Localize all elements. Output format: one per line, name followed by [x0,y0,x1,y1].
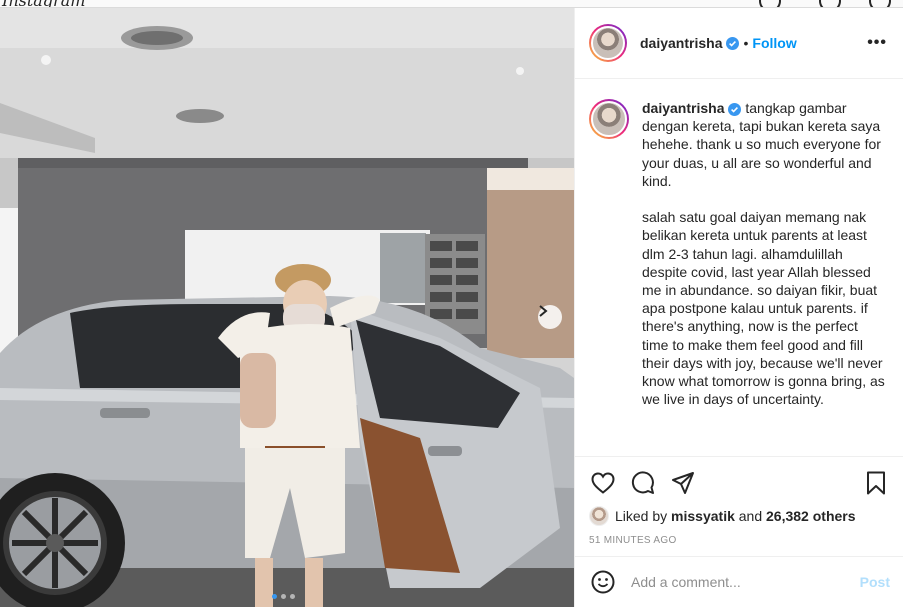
author-avatar[interactable] [589,24,627,62]
explore-icon[interactable] [819,0,841,7]
verified-badge-icon [728,102,742,116]
caption-avatar[interactable] [589,99,629,139]
post-comment-button[interactable]: Post [860,574,890,590]
liker-avatar[interactable] [589,506,609,526]
carousel-next-button[interactable] [538,305,562,329]
more-options-button[interactable]: ••• [867,34,889,52]
liked-by-and: and [738,508,763,524]
bookmark-icon[interactable] [862,469,890,497]
likes-count-link[interactable]: 26,382 others [766,508,856,524]
smiley-icon[interactable] [589,568,617,596]
carousel-dot [281,594,286,599]
caption-text: tangkap gambar dengan kereta, tapi bukan… [642,100,885,408]
liker-username[interactable]: missyatik [671,508,735,524]
carousel-dot [290,594,295,599]
add-comment-bar: Post [575,556,903,607]
verified-badge-icon [726,36,740,50]
heart-icon[interactable] [589,469,617,497]
post-image [0,8,574,607]
likes-summary: Liked by missyatik and 26,382 others [589,506,890,526]
carousel-dot [272,594,277,599]
chevron-right-icon [539,305,548,317]
author-username[interactable]: daiyantrisha [640,35,722,51]
comment-input[interactable] [631,574,860,590]
caption-username[interactable]: daiyantrisha [642,100,724,116]
instagram-logo[interactable]: Instagram [2,0,85,7]
liked-by-prefix: Liked by [615,508,668,524]
action-icons-row [589,465,890,501]
caption-body: daiyantrisha tangkap gambar dengan keret… [642,99,888,408]
top-nav-bar: Instagram [0,0,903,8]
carousel-indicator [272,594,295,599]
post-header: daiyantrisha • Follow ••• [575,8,903,79]
header-separator: • [743,35,749,51]
comment-bubble-icon[interactable] [629,469,657,497]
direct-icon[interactable] [759,0,781,7]
paper-plane-icon[interactable] [669,469,697,497]
activity-icon[interactable] [869,0,891,7]
post-photo[interactable] [0,8,574,607]
post-actions: Liked by missyatik and 26,382 others 51 … [575,456,903,546]
post-caption: daiyantrisha tangkap gambar dengan keret… [589,99,889,408]
post-side-panel: daiyantrisha • Follow ••• daiyantrisha t… [574,8,903,607]
post-timestamp[interactable]: 51 MINUTES AGO [589,535,890,546]
follow-button[interactable]: Follow [752,35,796,51]
